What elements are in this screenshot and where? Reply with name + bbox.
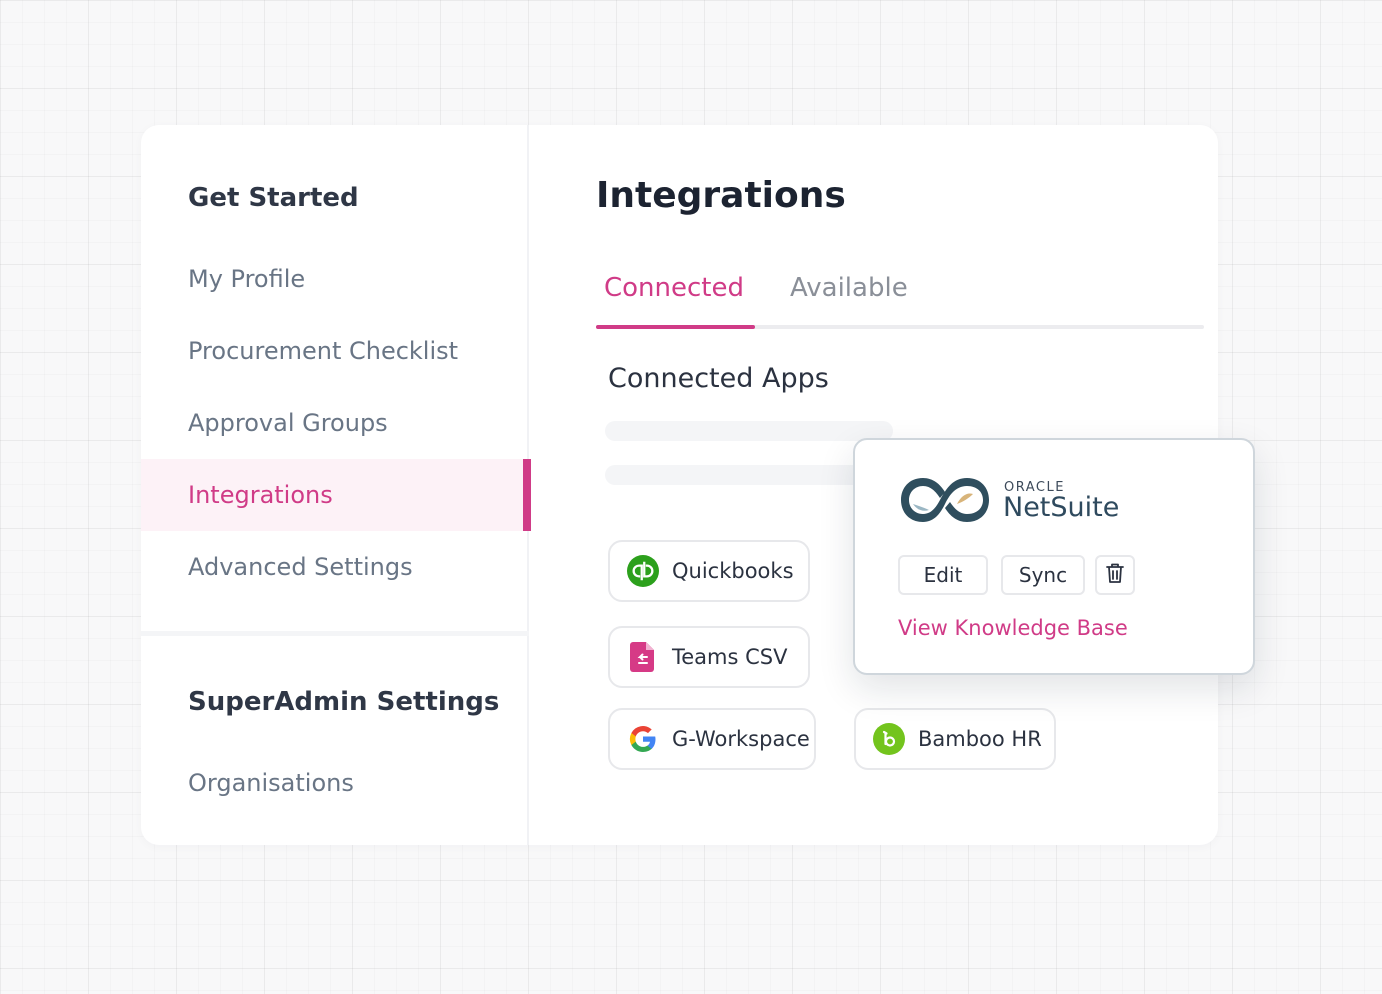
- trash-icon: [1105, 562, 1125, 589]
- app-bamboo-hr-button[interactable]: Bamboo HR: [854, 708, 1056, 770]
- loading-skeleton: [605, 465, 865, 485]
- app-g-workspace-button[interactable]: G-Workspace: [608, 708, 816, 770]
- loading-skeleton: [605, 421, 893, 441]
- app-label: Quickbooks: [672, 559, 794, 583]
- sidebar-item-label: My Profile: [188, 265, 306, 293]
- sidebar-divider: [141, 631, 529, 636]
- view-knowledge-base-link[interactable]: View Knowledge Base: [898, 616, 1128, 640]
- netsuite-brand-text: NetSuite: [1003, 492, 1120, 523]
- tab-active-indicator: [596, 325, 755, 329]
- sidebar: Get Started My Profile Procurement Check…: [141, 125, 531, 845]
- sidebar-item-my-profile[interactable]: My Profile: [141, 243, 529, 315]
- quickbooks-icon: [626, 554, 660, 588]
- sidebar-item-label: Organisations: [188, 769, 354, 797]
- sidebar-item-label: Approval Groups: [188, 409, 388, 437]
- tab-available[interactable]: Available: [790, 273, 908, 303]
- app-label: Teams CSV: [672, 645, 788, 669]
- app-teams-csv-button[interactable]: Teams CSV: [608, 626, 810, 688]
- app-label: G-Workspace: [672, 727, 810, 751]
- page-title: Integrations: [596, 175, 846, 216]
- csv-file-icon: [626, 640, 660, 674]
- bamboohr-icon: [872, 722, 906, 756]
- sidebar-item-label: Integrations: [188, 481, 333, 509]
- sidebar-item-approval-groups[interactable]: Approval Groups: [141, 387, 529, 459]
- sidebar-item-procurement-checklist[interactable]: Procurement Checklist: [141, 315, 529, 387]
- edit-button[interactable]: Edit: [898, 555, 988, 595]
- sidebar-heading-get-started: Get Started: [188, 183, 359, 213]
- sidebar-heading-superadmin: SuperAdmin Settings: [188, 687, 500, 717]
- section-title: Connected Apps: [608, 363, 829, 394]
- delete-button[interactable]: [1095, 555, 1135, 595]
- google-icon: [626, 722, 660, 756]
- sidebar-item-organisations[interactable]: Organisations: [141, 747, 529, 819]
- sync-button[interactable]: Sync: [1001, 555, 1085, 595]
- app-label: Bamboo HR: [918, 727, 1042, 751]
- sidebar-item-label: Procurement Checklist: [188, 337, 459, 365]
- tab-connected[interactable]: Connected: [604, 273, 744, 303]
- sidebar-item-label: Advanced Settings: [188, 553, 413, 581]
- sidebar-item-advanced-settings[interactable]: Advanced Settings: [141, 531, 529, 603]
- sidebar-item-integrations[interactable]: Integrations: [141, 459, 531, 531]
- netsuite-logo-icon: [899, 474, 991, 530]
- app-quickbooks-button[interactable]: Quickbooks: [608, 540, 810, 602]
- netsuite-popup: ORACLE NetSuite Edit Sync View Knowledge…: [853, 438, 1255, 675]
